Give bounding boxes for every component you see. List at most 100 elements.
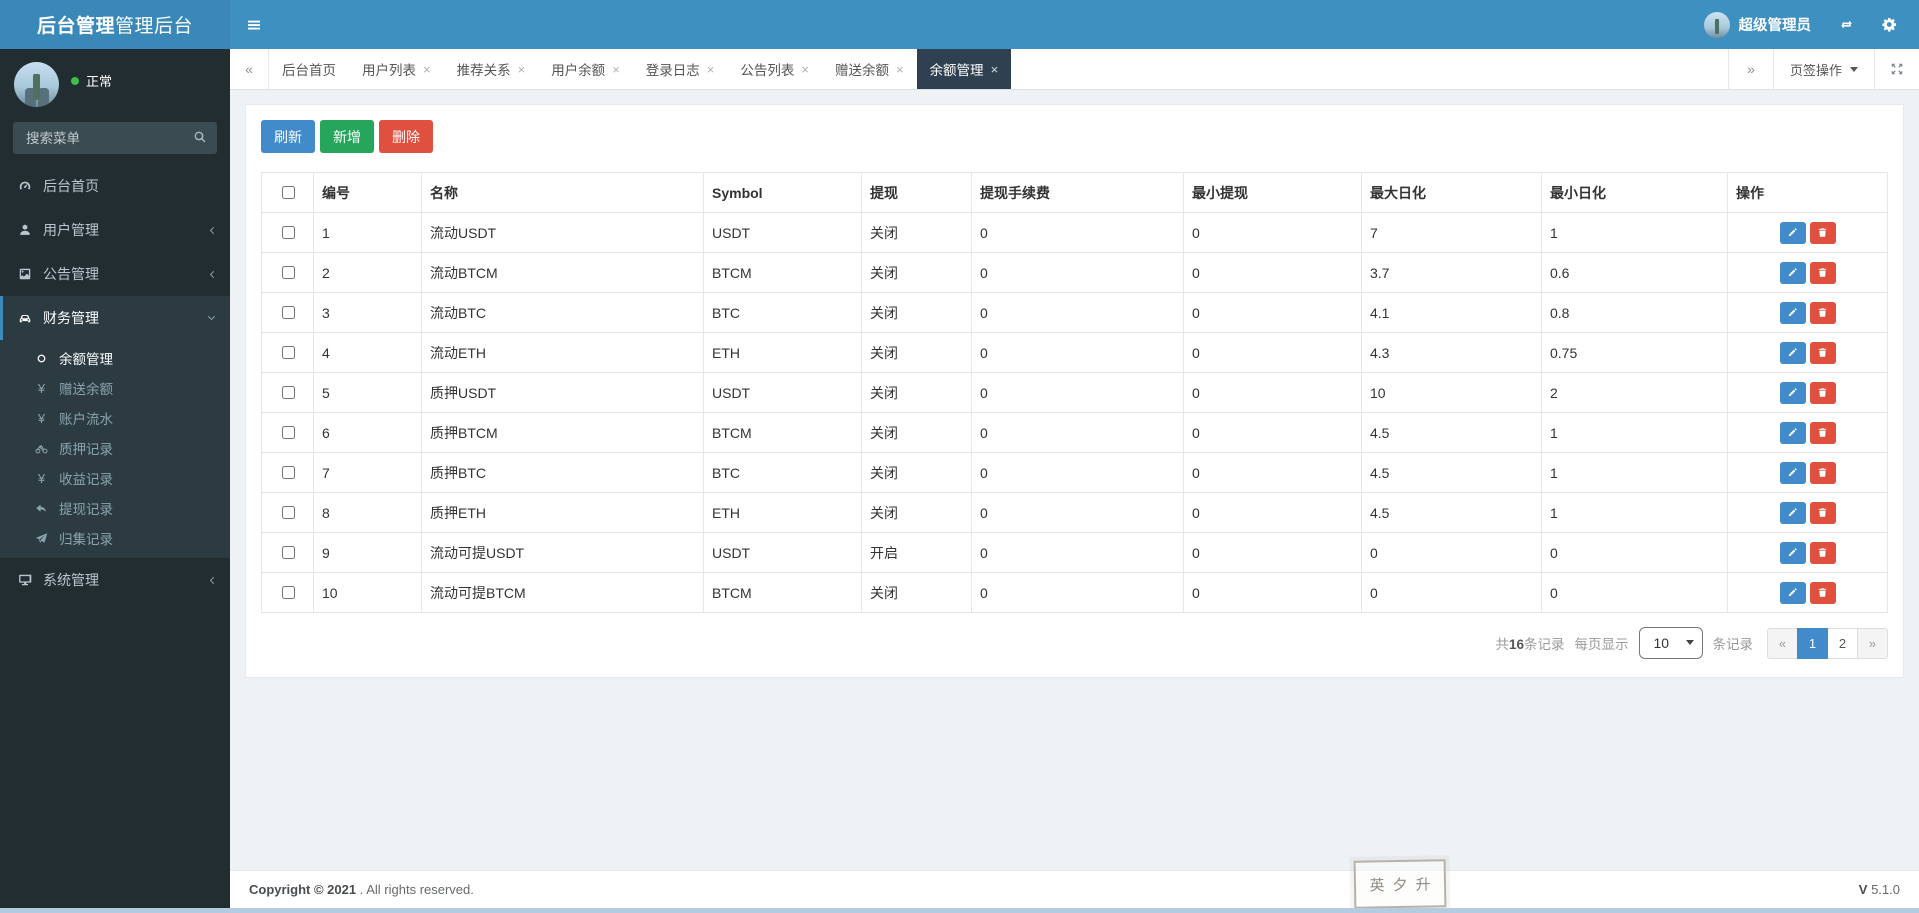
row-edit-button[interactable] (1779, 301, 1806, 324)
tab-item[interactable]: 公告列表 × (727, 49, 822, 89)
sidebar-subitem-link[interactable]: ¥ 收益记录 (0, 463, 230, 493)
row-checkbox[interactable] (281, 466, 295, 479)
tab-item[interactable]: 登录日志 × (633, 49, 728, 89)
sidebar-menu: 后台首页 用户管理 公告管理 财务管理 余额管理 ¥ 赠送余额 ¥ 账户流水 质押记录 ¥ 收益记录提… (0, 164, 230, 602)
row-edit-button[interactable] (1779, 501, 1806, 524)
row-checkbox[interactable] (281, 506, 295, 519)
row-edit-button[interactable] (1779, 341, 1806, 364)
refresh-icon[interactable] (1839, 17, 1854, 32)
yen-icon: ¥ (37, 380, 46, 396)
menu-toggle-icon[interactable] (230, 0, 278, 49)
sidebar-item-link[interactable]: 用户管理 (0, 208, 230, 252)
horizontal-scrollbar[interactable] (0, 908, 1919, 913)
next-page-button[interactable]: » (1857, 627, 1888, 659)
tab-label: 公告列表 (740, 63, 795, 78)
tab-item[interactable]: 余额管理 × (916, 49, 1012, 89)
sidebar-subitem-link[interactable]: ¥ 账户流水 (0, 403, 230, 433)
sidebar-item-label: 系统管理 (43, 572, 99, 588)
row-edit-button[interactable] (1779, 261, 1806, 284)
tabs-scroll-left-button[interactable]: « (230, 49, 269, 89)
sidebar-subitem-link[interactable]: 提现记录 (0, 493, 230, 523)
sidebar-subitem-link[interactable]: 余额管理 (0, 343, 230, 373)
row-delete-button[interactable] (1809, 261, 1836, 284)
cell-fee: 0 (971, 372, 1184, 413)
prev-page-button[interactable]: « (1767, 627, 1798, 659)
tab-close-icon[interactable]: × (991, 63, 999, 76)
tab-item[interactable]: 用户余额 × (538, 49, 633, 89)
caret-down-icon (1850, 66, 1858, 76)
tab-close-icon[interactable]: × (707, 63, 715, 76)
row-delete-button[interactable] (1809, 501, 1836, 524)
cell-symbol: ETH (703, 492, 862, 533)
tab-item[interactable]: 推荐关系 × (444, 49, 539, 89)
row-delete-button[interactable] (1809, 381, 1836, 404)
row-checkbox[interactable] (281, 586, 295, 599)
row-checkbox[interactable] (281, 546, 295, 559)
cell-fee: 0 (971, 252, 1184, 293)
tab-close-icon[interactable]: × (896, 63, 904, 76)
row-checkbox[interactable] (281, 306, 295, 319)
sidebar-item-link[interactable]: 财务管理 (0, 296, 230, 340)
row-actions-cell (1727, 372, 1888, 413)
delete-button[interactable]: 删除 (379, 120, 433, 153)
add-button[interactable]: 新增 (320, 120, 374, 153)
row-edit-button[interactable] (1779, 221, 1806, 244)
tab-label: 用户列表 (362, 63, 416, 78)
sidebar-subitem-link[interactable]: 归集记录 (0, 523, 230, 553)
tab-close-icon[interactable]: × (801, 63, 809, 76)
page-2-button[interactable]: 2 (1827, 627, 1858, 659)
select-all-checkbox[interactable] (281, 186, 295, 199)
sidebar-subitem-link[interactable]: 质押记录 (0, 433, 230, 463)
row-delete-button[interactable] (1809, 341, 1836, 364)
row-edit-button[interactable] (1779, 541, 1806, 564)
row-delete-button[interactable] (1809, 301, 1836, 324)
row-edit-button[interactable] (1779, 421, 1806, 444)
sidebar-subitem-link[interactable]: ¥ 赠送余额 (0, 373, 230, 403)
sidebar-item-link[interactable]: 公告管理 (0, 252, 230, 296)
row-delete-button[interactable] (1809, 461, 1836, 484)
sidebar-subitem-label: 账户流水 (59, 412, 113, 427)
tab-close-icon[interactable]: × (612, 63, 620, 76)
search-input[interactable] (13, 122, 217, 154)
tabs-scroll-right-button[interactable]: » (1727, 49, 1773, 89)
row-delete-button[interactable] (1809, 581, 1836, 604)
row-edit-button[interactable] (1779, 461, 1806, 484)
cell-fee: 0 (971, 332, 1184, 373)
cell-id: 3 (313, 292, 422, 333)
tab-item[interactable]: 赠送余额 × (822, 49, 917, 89)
gear-icon[interactable] (1882, 17, 1897, 32)
sidebar-item-link[interactable]: 后台首页 (0, 164, 230, 208)
row-checkbox[interactable] (281, 266, 295, 279)
cell-name: 流动ETH (421, 332, 704, 373)
header-user-menu[interactable]: 超级管理员 (1703, 11, 1811, 38)
row-delete-button[interactable] (1809, 221, 1836, 244)
fullscreen-icon[interactable] (1874, 49, 1919, 89)
page-size-select[interactable]: 10 (1638, 627, 1703, 659)
page-size-select-wrap: 10 (1638, 627, 1703, 659)
cell-max_daily: 0 (1361, 532, 1542, 573)
cell-withdraw: 关闭 (861, 412, 972, 453)
row-delete-button[interactable] (1809, 541, 1836, 564)
per-page-label: 每页显示 (1574, 637, 1629, 652)
sidebar-item-link[interactable]: 系统管理 (0, 558, 230, 602)
tab-operations-dropdown[interactable]: 页签操作 (1772, 49, 1874, 89)
stamp-char: 升 (1415, 875, 1431, 894)
row-edit-button[interactable] (1779, 381, 1806, 404)
search-icon[interactable] (193, 130, 207, 144)
row-checkbox[interactable] (281, 426, 295, 439)
row-delete-button[interactable] (1809, 421, 1836, 444)
per-page-suffix: 条记录 (1712, 637, 1754, 652)
refresh-button[interactable]: 刷新 (261, 120, 315, 153)
page-1-button[interactable]: 1 (1797, 627, 1828, 659)
tab-close-icon[interactable]: × (423, 63, 431, 76)
row-checkbox[interactable] (281, 226, 295, 239)
table-row: 1 流动USDT USDT 关闭 0 0 7 1 (261, 212, 1888, 253)
row-checkbox[interactable] (281, 386, 295, 399)
row-edit-button[interactable] (1779, 581, 1806, 604)
yen-icon: ¥ (37, 410, 46, 426)
cell-id: 9 (313, 532, 422, 573)
row-checkbox[interactable] (281, 346, 295, 359)
tab-item[interactable]: 用户列表 × (349, 49, 444, 89)
tab-item[interactable]: 后台首页 (269, 49, 349, 89)
tab-close-icon[interactable]: × (518, 63, 526, 76)
